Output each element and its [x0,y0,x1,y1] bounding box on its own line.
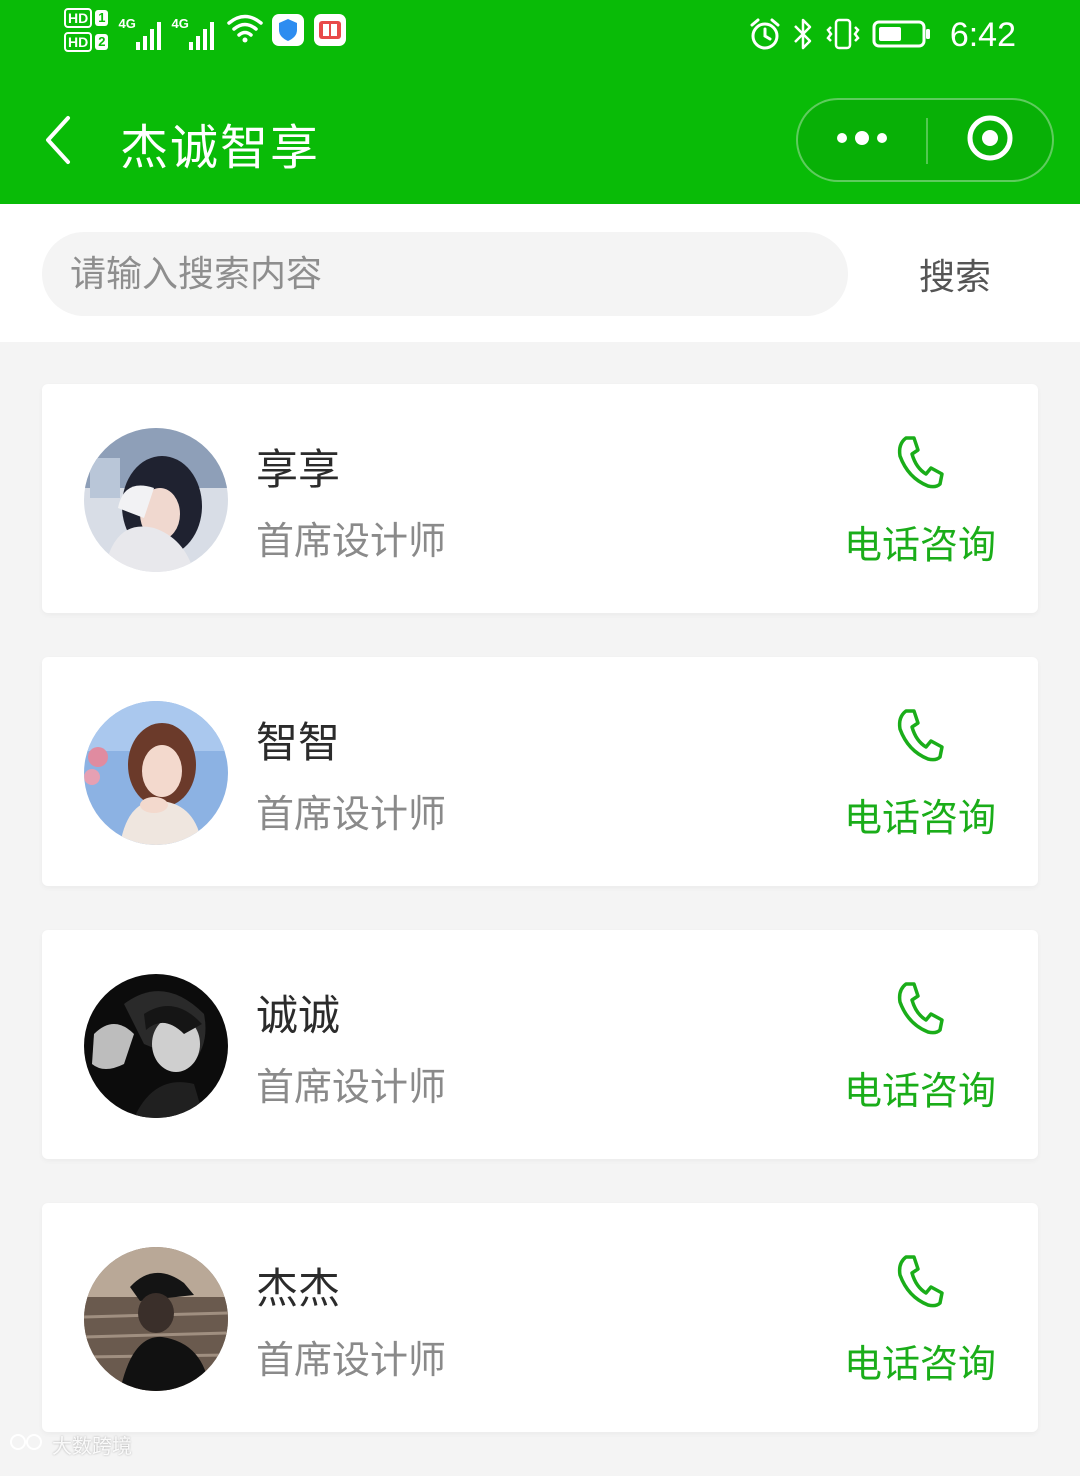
status-left: HD 1 HD 2 4G 4G [64,8,347,52]
sim-1-number: 1 [95,10,109,26]
phone-consult-button[interactable]: 电话咨询 [822,976,1012,1116]
bluetooth-icon [792,17,814,55]
designer-name: 杰杰 [256,1264,341,1313]
avatar [84,1247,228,1391]
designer-role: 首席设计师 [256,1065,447,1109]
phone-consult-label: 电话咨询 [844,523,997,567]
mini-program-capsule [796,98,1054,182]
phone-icon [894,980,944,1036]
network-2-label: 4G [171,16,189,31]
sim-indicators: HD 1 HD 2 [64,8,109,52]
hd-badge-1: HD [64,8,93,28]
phone-icon [894,434,944,490]
phone-icon [894,707,944,763]
designer-name: 智智 [256,718,341,767]
phone-icon [894,1253,944,1309]
phone-consult-label: 电话咨询 [844,1342,997,1386]
search-input[interactable] [42,232,848,316]
watermark-logo-icon [8,1431,48,1458]
page-title: 杰诚智享 [120,120,321,176]
target-close-icon [965,113,1015,167]
shield-app-icon [272,14,305,46]
clock-time: 6:42 [949,16,1016,54]
signal-1: 4G [118,10,162,50]
designer-name: 诚诚 [256,991,341,1040]
designer-role: 首席设计师 [256,792,447,836]
designer-role: 首席设计师 [256,519,447,563]
phone-consult-label: 电话咨询 [844,1069,997,1113]
phone-consult-button[interactable]: 电话咨询 [822,430,1012,570]
avatar [84,974,228,1118]
chevron-left-icon [40,116,80,172]
battery-icon [872,19,932,53]
phone-consult-label: 电话咨询 [844,796,997,840]
designer-card: 智智 首席设计师 电话咨询 [42,657,1038,886]
book-app-icon [314,14,347,46]
designer-card: 诚诚 首席设计师 电话咨询 [42,930,1038,1159]
back-button[interactable] [40,112,80,168]
avatar [84,701,228,845]
search-bar: 搜索 [0,204,1080,342]
hd-badge-2: HD [64,32,93,52]
close-button[interactable] [928,100,1052,180]
status-right: 6:42 [748,16,1016,55]
watermark-text: 大数跨境 [52,1434,132,1458]
designer-name: 享享 [256,445,341,494]
wifi-icon [226,13,264,47]
search-button[interactable]: 搜索 [900,244,1010,304]
designer-role: 首席设计师 [256,1338,447,1382]
status-bar: HD 1 HD 2 4G 4G 6:42 [0,0,1080,78]
vibrate-icon [824,17,862,55]
designer-list: 享享 首席设计师 电话咨询 智智 首席设计师 电话咨询 诚诚 首席设计师 电话咨… [42,384,1038,1476]
phone-consult-button[interactable]: 电话咨询 [822,1249,1012,1389]
top-bar: HD 1 HD 2 4G 4G 6:42 杰诚智享 [0,0,1080,204]
avatar [84,428,228,572]
alarm-icon [748,17,782,55]
navigation-bar: 杰诚智享 [0,90,1080,190]
more-button[interactable] [798,100,926,180]
signal-bars-1-icon [136,20,162,50]
signal-2: 4G [171,10,215,50]
phone-consult-button[interactable]: 电话咨询 [822,703,1012,843]
designer-card: 杰杰 首席设计师 电话咨询 [42,1203,1038,1432]
more-dots-icon [834,130,890,150]
signal-bars-2-icon [189,20,215,50]
watermark: 大数跨境 [8,1430,132,1459]
network-1-label: 4G [118,16,136,31]
designer-card: 享享 首席设计师 电话咨询 [42,384,1038,613]
sim-2-number: 2 [95,34,109,50]
